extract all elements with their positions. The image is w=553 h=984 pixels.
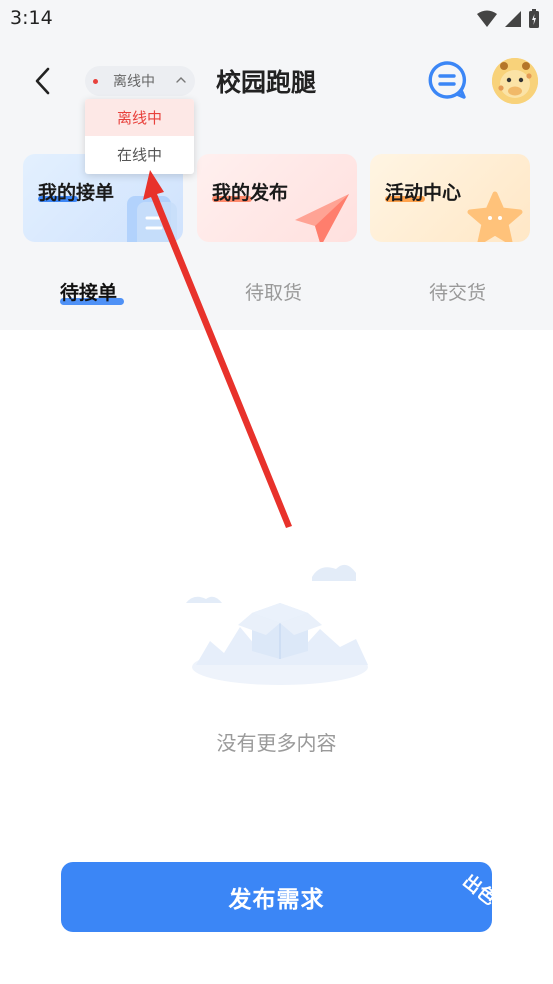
card-activity-center[interactable]: 活动中心 (370, 154, 530, 242)
tab-pending-delivery[interactable]: 待交货 (429, 278, 486, 305)
card-label: 我的接单 (38, 182, 115, 204)
signal-icon (505, 10, 521, 27)
online-status-selector[interactable]: 离线中 (85, 66, 195, 96)
document-icon (127, 196, 177, 242)
avatar[interactable] (492, 58, 538, 104)
battery-icon (529, 9, 539, 28)
publish-button-stamp: 出色 (458, 870, 492, 910)
publish-request-button[interactable]: 发布需求 出色 (61, 862, 492, 932)
status-selector-label: 离线中 (113, 74, 155, 90)
message-icon[interactable] (427, 60, 467, 100)
empty-box-illustration (186, 564, 368, 685)
giraffe-avatar-icon (492, 58, 538, 104)
star-icon (467, 191, 523, 242)
wifi-icon (477, 10, 497, 27)
back-button[interactable] (26, 64, 60, 98)
card-label: 活动中心 (385, 182, 462, 204)
offline-dot (93, 78, 98, 84)
card-my-posts[interactable]: 我的发布 (197, 154, 357, 242)
chevron-left-icon (35, 67, 50, 95)
page-title: 校园跑腿 (216, 68, 317, 97)
status-dropdown: 离线中 在线中 (85, 99, 194, 174)
publish-button-label: 发布需求 (228, 887, 325, 913)
tab-label: 待取货 (245, 282, 303, 304)
status-icons (477, 9, 539, 28)
dropdown-option-offline[interactable]: 离线中 (85, 99, 194, 136)
empty-state-text: 没有更多内容 (216, 731, 337, 755)
tab-pending-pickup[interactable]: 待取货 (245, 278, 302, 305)
card-label: 我的发布 (212, 182, 289, 204)
tab-label: 待交货 (429, 282, 487, 304)
tab-pending-accept[interactable]: 待接单 (60, 278, 117, 305)
status-time: 3:14 (10, 7, 53, 29)
dropdown-option-online[interactable]: 在线中 (85, 136, 194, 173)
chevron-up-icon (176, 77, 186, 83)
status-bar: 3:14 (0, 0, 553, 40)
paper-plane-icon (295, 194, 349, 242)
tab-label: 待接单 (60, 282, 118, 304)
